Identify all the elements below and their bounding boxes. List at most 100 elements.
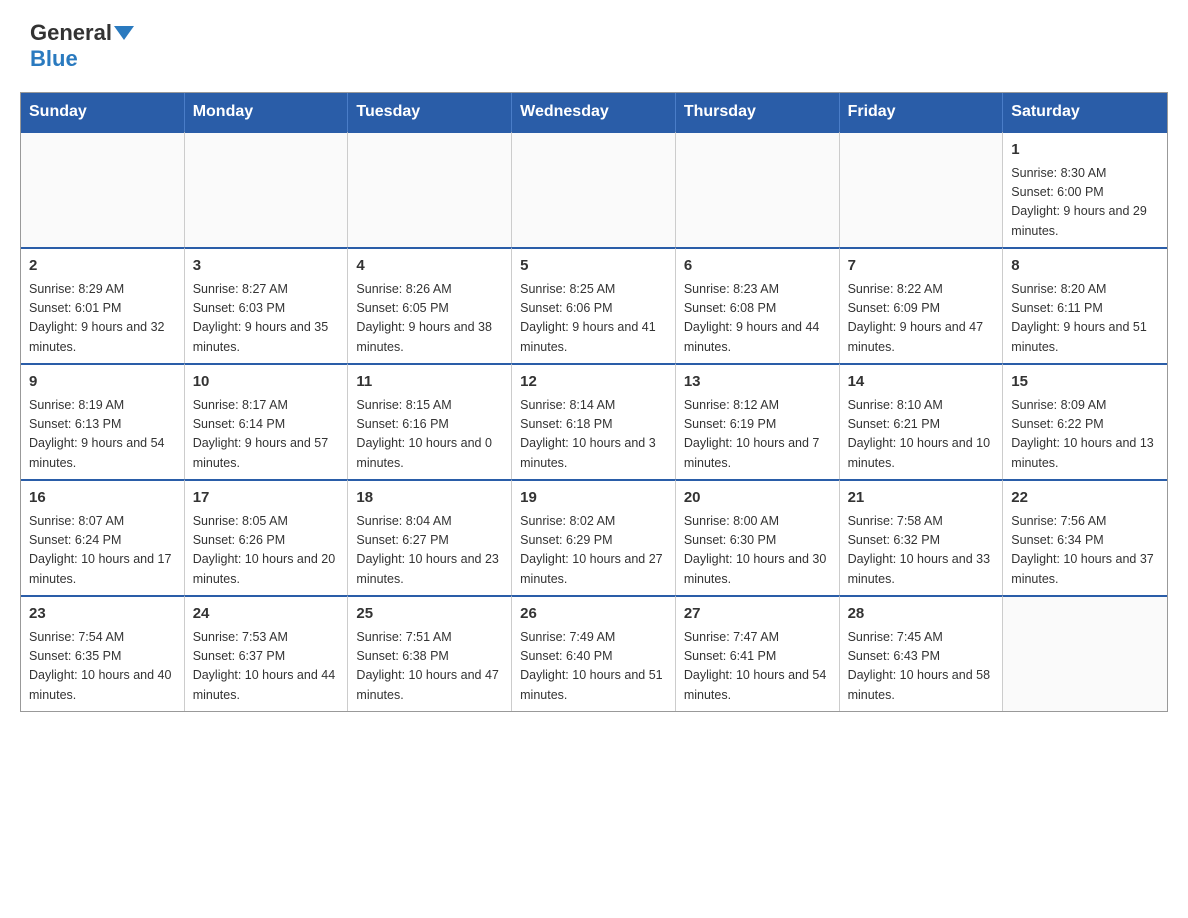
day-info: Sunrise: 8:07 AM Sunset: 6:24 PM Dayligh… xyxy=(29,512,176,590)
day-cell-week3-day3: 11Sunrise: 8:15 AM Sunset: 6:16 PM Dayli… xyxy=(348,363,512,479)
day-number: 16 xyxy=(29,487,176,510)
day-info: Sunrise: 7:45 AM Sunset: 6:43 PM Dayligh… xyxy=(848,628,995,706)
day-number: 11 xyxy=(356,371,503,394)
day-cell-week1-day7: 1Sunrise: 8:30 AM Sunset: 6:00 PM Daylig… xyxy=(1003,131,1167,247)
calendar-container: SundayMondayTuesdayWednesdayThursdayFrid… xyxy=(20,92,1168,712)
day-cell-week5-day1: 23Sunrise: 7:54 AM Sunset: 6:35 PM Dayli… xyxy=(21,595,185,711)
calendar-header-row: SundayMondayTuesdayWednesdayThursdayFrid… xyxy=(21,93,1167,131)
day-cell-week3-day1: 9Sunrise: 8:19 AM Sunset: 6:13 PM Daylig… xyxy=(21,363,185,479)
day-info: Sunrise: 8:19 AM Sunset: 6:13 PM Dayligh… xyxy=(29,396,176,474)
day-cell-week2-day4: 5Sunrise: 8:25 AM Sunset: 6:06 PM Daylig… xyxy=(512,247,676,363)
day-number: 20 xyxy=(684,487,831,510)
day-number: 18 xyxy=(356,487,503,510)
day-number: 8 xyxy=(1011,255,1159,278)
day-cell-week2-day5: 6Sunrise: 8:23 AM Sunset: 6:08 PM Daylig… xyxy=(676,247,840,363)
day-number: 4 xyxy=(356,255,503,278)
day-cell-week2-day2: 3Sunrise: 8:27 AM Sunset: 6:03 PM Daylig… xyxy=(185,247,349,363)
day-info: Sunrise: 7:51 AM Sunset: 6:38 PM Dayligh… xyxy=(356,628,503,706)
day-info: Sunrise: 7:49 AM Sunset: 6:40 PM Dayligh… xyxy=(520,628,667,706)
logo-general-text: General xyxy=(30,20,112,46)
day-number: 9 xyxy=(29,371,176,394)
day-number: 23 xyxy=(29,603,176,626)
day-cell-week5-day4: 26Sunrise: 7:49 AM Sunset: 6:40 PM Dayli… xyxy=(512,595,676,711)
day-number: 10 xyxy=(193,371,340,394)
day-header-friday: Friday xyxy=(840,93,1004,131)
day-info: Sunrise: 8:29 AM Sunset: 6:01 PM Dayligh… xyxy=(29,280,176,358)
day-info: Sunrise: 8:17 AM Sunset: 6:14 PM Dayligh… xyxy=(193,396,340,474)
day-info: Sunrise: 7:53 AM Sunset: 6:37 PM Dayligh… xyxy=(193,628,340,706)
day-info: Sunrise: 8:02 AM Sunset: 6:29 PM Dayligh… xyxy=(520,512,667,590)
day-number: 3 xyxy=(193,255,340,278)
day-header-wednesday: Wednesday xyxy=(512,93,676,131)
logo-triangle-icon xyxy=(114,26,134,40)
logo: General Blue xyxy=(30,20,134,72)
day-info: Sunrise: 8:22 AM Sunset: 6:09 PM Dayligh… xyxy=(848,280,995,358)
day-cell-week4-day3: 18Sunrise: 8:04 AM Sunset: 6:27 PM Dayli… xyxy=(348,479,512,595)
day-number: 24 xyxy=(193,603,340,626)
day-header-thursday: Thursday xyxy=(676,93,840,131)
day-number: 17 xyxy=(193,487,340,510)
day-cell-week1-day6 xyxy=(840,131,1004,247)
day-cell-week4-day6: 21Sunrise: 7:58 AM Sunset: 6:32 PM Dayli… xyxy=(840,479,1004,595)
day-number: 13 xyxy=(684,371,831,394)
day-cell-week3-day6: 14Sunrise: 8:10 AM Sunset: 6:21 PM Dayli… xyxy=(840,363,1004,479)
day-number: 2 xyxy=(29,255,176,278)
day-number: 12 xyxy=(520,371,667,394)
day-cell-week4-day5: 20Sunrise: 8:00 AM Sunset: 6:30 PM Dayli… xyxy=(676,479,840,595)
day-number: 1 xyxy=(1011,139,1159,162)
day-number: 26 xyxy=(520,603,667,626)
day-header-sunday: Sunday xyxy=(21,93,185,131)
day-number: 5 xyxy=(520,255,667,278)
day-cell-week4-day7: 22Sunrise: 7:56 AM Sunset: 6:34 PM Dayli… xyxy=(1003,479,1167,595)
day-info: Sunrise: 8:25 AM Sunset: 6:06 PM Dayligh… xyxy=(520,280,667,358)
day-info: Sunrise: 8:15 AM Sunset: 6:16 PM Dayligh… xyxy=(356,396,503,474)
day-cell-week3-day5: 13Sunrise: 8:12 AM Sunset: 6:19 PM Dayli… xyxy=(676,363,840,479)
day-cell-week5-day3: 25Sunrise: 7:51 AM Sunset: 6:38 PM Dayli… xyxy=(348,595,512,711)
day-header-tuesday: Tuesday xyxy=(348,93,512,131)
day-info: Sunrise: 7:58 AM Sunset: 6:32 PM Dayligh… xyxy=(848,512,995,590)
day-header-saturday: Saturday xyxy=(1003,93,1167,131)
calendar-body: 1Sunrise: 8:30 AM Sunset: 6:00 PM Daylig… xyxy=(21,131,1167,711)
day-cell-week3-day4: 12Sunrise: 8:14 AM Sunset: 6:18 PM Dayli… xyxy=(512,363,676,479)
day-info: Sunrise: 8:26 AM Sunset: 6:05 PM Dayligh… xyxy=(356,280,503,358)
day-cell-week1-day5 xyxy=(676,131,840,247)
logo-blue-text: Blue xyxy=(30,46,134,72)
day-info: Sunrise: 8:30 AM Sunset: 6:00 PM Dayligh… xyxy=(1011,164,1159,242)
day-info: Sunrise: 8:10 AM Sunset: 6:21 PM Dayligh… xyxy=(848,396,995,474)
page-header: General Blue xyxy=(0,0,1188,82)
day-info: Sunrise: 8:04 AM Sunset: 6:27 PM Dayligh… xyxy=(356,512,503,590)
day-cell-week5-day7 xyxy=(1003,595,1167,711)
day-number: 22 xyxy=(1011,487,1159,510)
day-cell-week1-day1 xyxy=(21,131,185,247)
day-number: 7 xyxy=(848,255,995,278)
day-number: 19 xyxy=(520,487,667,510)
day-cell-week3-day2: 10Sunrise: 8:17 AM Sunset: 6:14 PM Dayli… xyxy=(185,363,349,479)
day-info: Sunrise: 8:05 AM Sunset: 6:26 PM Dayligh… xyxy=(193,512,340,590)
day-info: Sunrise: 7:54 AM Sunset: 6:35 PM Dayligh… xyxy=(29,628,176,706)
day-info: Sunrise: 7:56 AM Sunset: 6:34 PM Dayligh… xyxy=(1011,512,1159,590)
day-cell-week5-day6: 28Sunrise: 7:45 AM Sunset: 6:43 PM Dayli… xyxy=(840,595,1004,711)
day-cell-week5-day5: 27Sunrise: 7:47 AM Sunset: 6:41 PM Dayli… xyxy=(676,595,840,711)
day-info: Sunrise: 8:27 AM Sunset: 6:03 PM Dayligh… xyxy=(193,280,340,358)
day-info: Sunrise: 8:23 AM Sunset: 6:08 PM Dayligh… xyxy=(684,280,831,358)
day-number: 14 xyxy=(848,371,995,394)
day-cell-week2-day6: 7Sunrise: 8:22 AM Sunset: 6:09 PM Daylig… xyxy=(840,247,1004,363)
day-cell-week2-day3: 4Sunrise: 8:26 AM Sunset: 6:05 PM Daylig… xyxy=(348,247,512,363)
day-info: Sunrise: 7:47 AM Sunset: 6:41 PM Dayligh… xyxy=(684,628,831,706)
day-cell-week1-day2 xyxy=(185,131,349,247)
day-number: 25 xyxy=(356,603,503,626)
day-info: Sunrise: 8:20 AM Sunset: 6:11 PM Dayligh… xyxy=(1011,280,1159,358)
day-cell-week4-day2: 17Sunrise: 8:05 AM Sunset: 6:26 PM Dayli… xyxy=(185,479,349,595)
day-header-monday: Monday xyxy=(185,93,349,131)
day-cell-week3-day7: 15Sunrise: 8:09 AM Sunset: 6:22 PM Dayli… xyxy=(1003,363,1167,479)
day-number: 21 xyxy=(848,487,995,510)
day-cell-week4-day4: 19Sunrise: 8:02 AM Sunset: 6:29 PM Dayli… xyxy=(512,479,676,595)
day-cell-week4-day1: 16Sunrise: 8:07 AM Sunset: 6:24 PM Dayli… xyxy=(21,479,185,595)
day-number: 28 xyxy=(848,603,995,626)
day-info: Sunrise: 8:14 AM Sunset: 6:18 PM Dayligh… xyxy=(520,396,667,474)
day-cell-week1-day3 xyxy=(348,131,512,247)
day-info: Sunrise: 8:12 AM Sunset: 6:19 PM Dayligh… xyxy=(684,396,831,474)
day-number: 27 xyxy=(684,603,831,626)
day-info: Sunrise: 8:00 AM Sunset: 6:30 PM Dayligh… xyxy=(684,512,831,590)
day-cell-week5-day2: 24Sunrise: 7:53 AM Sunset: 6:37 PM Dayli… xyxy=(185,595,349,711)
